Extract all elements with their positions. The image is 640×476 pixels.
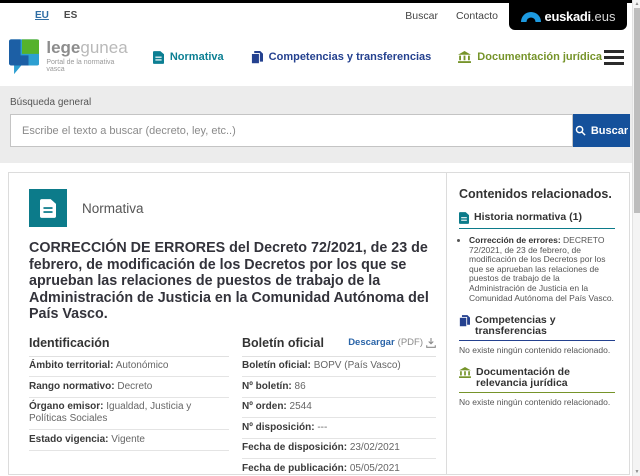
section-label: Normativa — [82, 200, 144, 216]
competencias-heading-label: Competencias y transferencias — [475, 314, 556, 337]
logo-text: legegunea Portal de la normativa vasca — [46, 39, 133, 73]
field-num-disposicion: Nº disposición: --- — [242, 418, 436, 439]
contacto-link[interactable]: Contacto — [456, 10, 498, 22]
competencias-link[interactable]: Competencias y transferencias — [459, 314, 615, 342]
document-title: CORRECCIÓN DE ERRORES del Decreto 72/202… — [29, 240, 429, 323]
scroll-up-icon[interactable]: ▲ — [633, 1, 640, 7]
field-boletin-oficial: Boletín oficial: BOPV (País Vasco) — [242, 357, 436, 378]
hamburger-menu-icon[interactable] — [602, 45, 626, 70]
euskadi-brand-text: euskadi — [544, 8, 592, 24]
field-fecha-disposicion: Fecha de disposición: 23/02/2021 — [242, 439, 436, 460]
field-fecha-publicacion: Fecha de publicación: 05/05/2021 — [242, 459, 436, 474]
document-icon — [459, 212, 469, 224]
nav-competencias[interactable]: Competencias y transferencias — [250, 50, 432, 64]
field-organo-emisor: Órgano emisor: Igualdad, Justicia y Polí… — [29, 398, 229, 431]
euskadi-tld-text: .eus — [590, 8, 616, 24]
documentacion-heading-label: Documentación de relevancia jurídica — [476, 366, 570, 389]
legegunea-logo[interactable]: legegunea Portal de la normativa vasca — [9, 39, 133, 76]
bank-icon — [458, 51, 472, 63]
historia-normativa-link[interactable]: Historia normativa (1) — [459, 212, 615, 229]
identificacion-heading: Identificación — [29, 336, 229, 357]
normativa-card: Normativa CORRECCIÓN DE ERRORES del Decr… — [8, 172, 630, 475]
normativa-tile — [29, 189, 67, 227]
search-section: Búsqueda general Buscar — [0, 86, 640, 163]
competencias-empty-text: No existe ningún contenido relacionado. — [459, 345, 611, 356]
main-nav: Normativa Competencias y transferencias … — [152, 50, 602, 64]
copy-icon — [250, 50, 263, 64]
euskadi-logo[interactable]: euskadi.eus — [509, 3, 627, 30]
logo-gunea: gunea — [80, 37, 128, 57]
documentacion-link[interactable]: Documentación de relevancia jurídica — [459, 366, 615, 394]
field-rango-normativo: Rango normativo: Decreto — [29, 377, 229, 398]
nav-documentacion-label: Documentación jurídica — [477, 51, 602, 63]
search-input[interactable] — [10, 114, 573, 147]
descargar-pdf-link[interactable]: Descargar (PDF) — [348, 337, 436, 348]
download-icon — [426, 337, 436, 348]
historia-normativa-section: Historia normativa (1) Corrección de err… — [459, 212, 615, 303]
field-num-orden: Nº orden: 2544 — [242, 398, 436, 419]
competencias-section: Competencias y transferencias No existe … — [459, 315, 615, 355]
identificacion-section: Identificación Ámbito territorial: Auton… — [29, 336, 229, 474]
bank-icon — [459, 367, 471, 379]
search-button[interactable]: Buscar — [573, 114, 630, 147]
legegunea-bubble-icon — [9, 38, 40, 74]
euskadi-arc-icon — [520, 11, 541, 22]
site-header: legegunea Portal de la normativa vasca N… — [0, 28, 640, 86]
logo-tagline: Portal de la normativa vasca — [46, 58, 115, 73]
search-icon — [575, 125, 586, 136]
document-icon — [152, 50, 164, 64]
field-num-boletin: Nº boletín: 86 — [242, 377, 436, 398]
page: EU ES Buscar Contacto euskadi.eus legegu… — [0, 0, 640, 476]
field-ambito-territorial: Ámbito territorial: Autonómico — [29, 357, 229, 378]
boletin-heading: Boletín oficial — [242, 335, 324, 350]
document-icon — [40, 198, 56, 218]
related-sidebar: Contenidos relacionados. Historia normat… — [446, 173, 629, 474]
boletin-section: Boletín oficial Descargar (PDF) Boletín … — [229, 336, 436, 474]
field-estado-vigencia: Estado vigencia: Vigente — [29, 430, 229, 451]
documentacion-empty-text: No existe ningún contenido relacionado. — [459, 397, 611, 408]
logo-lege: lege — [46, 37, 81, 57]
nav-competencias-label: Competencias y transferencias — [268, 51, 432, 63]
historia-heading-label: Historia normativa (1) — [474, 211, 582, 223]
nav-normativa[interactable]: Normativa — [152, 50, 224, 64]
documentacion-section: Documentación de relevancia jurídica No … — [459, 367, 615, 407]
page-scrollbar[interactable]: ▲ ▼ — [632, 0, 640, 476]
nav-normativa-label: Normativa — [169, 51, 224, 63]
normativa-main: Normativa CORRECCIÓN DE ERRORES del Decr… — [9, 173, 446, 474]
copy-icon — [459, 315, 470, 328]
lang-es-link[interactable]: ES — [64, 10, 77, 21]
scrollbar-thumb[interactable] — [634, 8, 640, 213]
buscar-link[interactable]: Buscar — [405, 10, 438, 22]
search-label: Búsqueda general — [10, 97, 92, 108]
historia-item-link[interactable]: Corrección de errores: DECRETO 72/2021, … — [469, 235, 615, 303]
utility-bar: EU ES Buscar Contacto euskadi.eus — [0, 3, 640, 30]
utility-links: Buscar Contacto — [405, 10, 498, 22]
scroll-down-icon[interactable]: ▼ — [633, 469, 640, 475]
lang-eu-link[interactable]: EU — [35, 10, 49, 21]
search-button-label: Buscar — [590, 124, 629, 137]
related-heading: Contenidos relacionados. — [459, 187, 612, 201]
nav-documentacion[interactable]: Documentación jurídica — [458, 51, 602, 63]
